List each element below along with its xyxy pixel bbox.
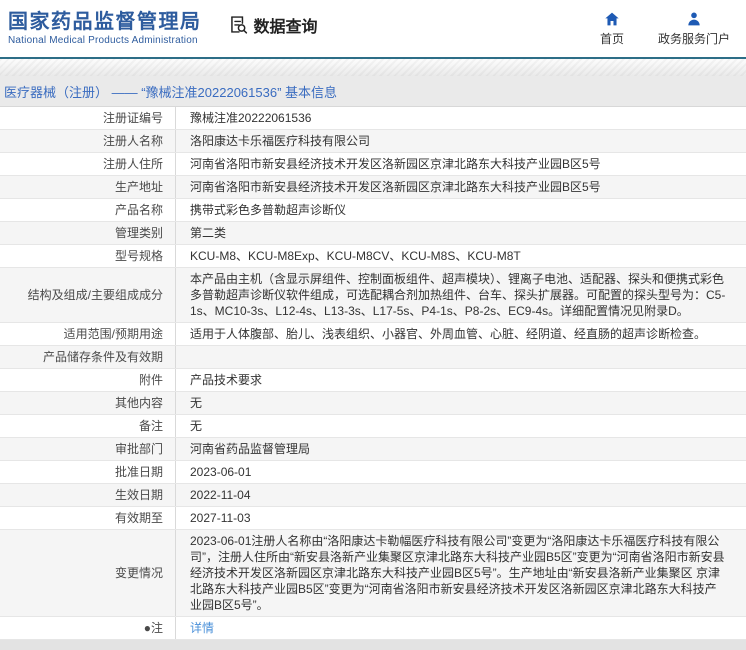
table-row: 产品储存条件及有效期 <box>0 346 746 369</box>
row-label: 审批部门 <box>0 438 176 460</box>
nav-home[interactable]: 首页 <box>600 11 624 47</box>
row-value: 第二类 <box>190 226 227 240</box>
table-row: 结构及组成/主要组成成分 本产品由主机（含显示屏组件、控制面板组件、超声模块）、… <box>0 268 746 323</box>
row-value: 产品技术要求 <box>190 373 263 387</box>
row-label: 变更情况 <box>0 530 176 616</box>
document-search-icon <box>228 14 249 35</box>
table-row: 批准日期 2023-06-01 <box>0 461 746 484</box>
row-label: 产品名称 <box>0 199 176 221</box>
row-label: 注册证编号 <box>0 107 176 129</box>
row-label: ●注 <box>0 617 176 639</box>
row-value: 豫械注准20222061536 <box>190 111 312 125</box>
data-query-label: 数据查询 <box>253 18 318 36</box>
table-row: 管理类别 第二类 <box>0 222 746 245</box>
table-row: 生产地址 河南省洛阳市新安县经济技术开发区洛新园区京津北路东大科技产业园B区5号 <box>0 176 746 199</box>
data-query-nav[interactable]: 数据查询 <box>228 13 318 37</box>
row-value: KCU-M8、KCU-M8Exp、KCU-M8CV、KCU-M8S、KCU-M8… <box>190 249 521 263</box>
breadcrumb-band: 医疗器械（注册） —— “豫械注准20222061536” 基本信息 <box>0 76 746 106</box>
table-row: 备注 无 <box>0 415 746 438</box>
nav-home-label: 首页 <box>599 31 624 46</box>
home-icon <box>604 11 620 27</box>
detail-link[interactable]: 详情 <box>190 620 214 636</box>
table-row: 产品名称 携带式彩色多普勒超声诊断仪 <box>0 199 746 222</box>
row-label: 管理类别 <box>0 222 176 244</box>
table-row: 有效期至 2027-11-03 <box>0 507 746 530</box>
row-value: 2023-06-01注册人名称由“洛阳康达卡勒幅医疗科技有限公司”变更为“洛阳康… <box>190 534 725 612</box>
logo-subtitle: National Medical Products Administration <box>8 35 198 46</box>
row-label: 生效日期 <box>0 484 176 506</box>
table-row: 型号规格 KCU-M8、KCU-M8Exp、KCU-M8CV、KCU-M8S、K… <box>0 245 746 268</box>
row-label: 产品储存条件及有效期 <box>0 346 176 368</box>
table-row: 审批部门 河南省药品监督管理局 <box>0 438 746 461</box>
nav-portal[interactable]: 政务服务门户 <box>658 11 730 47</box>
table-row: 变更情况 2023-06-01注册人名称由“洛阳康达卡勒幅医疗科技有限公司”变更… <box>0 530 746 617</box>
site-header: 国家药品监督管理局 National Medical Products Admi… <box>0 0 746 57</box>
row-label: 附件 <box>0 369 176 391</box>
main-content: 注册证编号 豫械注准20222061536 注册人名称 洛阳康达卡乐福医疗科技有… <box>0 106 746 650</box>
row-label: 生产地址 <box>0 176 176 198</box>
row-value: 携带式彩色多普勒超声诊断仪 <box>190 203 347 217</box>
row-value: 2022-11-04 <box>190 488 251 502</box>
row-label: 结构及组成/主要组成成分 <box>0 268 176 322</box>
header-nav: 首页 政务服务门户 <box>600 11 730 47</box>
table-row: 附件 产品技术要求 <box>0 369 746 392</box>
user-icon <box>686 11 702 27</box>
row-value: 无 <box>190 419 203 433</box>
nav-portal-label: 政务服务门户 <box>657 31 730 46</box>
table-row: 适用范围/预期用途 适用于人体腹部、胎儿、浅表组织、小器官、外周血管、心脏、经阴… <box>0 323 746 346</box>
row-value: 2027-11-03 <box>190 511 251 525</box>
row-value: 适用于人体腹部、胎儿、浅表组织、小器官、外周血管、心脏、经阴道、经直肠的超声诊断… <box>190 327 707 341</box>
row-label: 适用范围/预期用途 <box>0 323 176 345</box>
row-value: 2023-06-01 <box>190 465 252 479</box>
breadcrumb: 医疗器械（注册） —— “豫械注准20222061536” 基本信息 <box>4 84 338 100</box>
row-value: 详情 <box>176 617 746 639</box>
table-row: 注册人名称 洛阳康达卡乐福医疗科技有限公司 <box>0 130 746 153</box>
hatch-strip <box>0 59 746 76</box>
row-value: 河南省洛阳市新安县经济技术开发区洛新园区京津北路东大科技产业园B区5号 <box>190 157 601 171</box>
table-row: 生效日期 2022-11-04 <box>0 484 746 507</box>
row-label: 批准日期 <box>0 461 176 483</box>
page-bottom <box>0 640 746 650</box>
table-row: 注册证编号 豫械注准20222061536 <box>0 107 746 130</box>
row-value: 洛阳康达卡乐福医疗科技有限公司 <box>190 134 371 148</box>
row-label: 注册人住所 <box>0 153 176 175</box>
row-label: 备注 <box>0 415 176 437</box>
logo-title: 国家药品监督管理局 <box>8 11 202 33</box>
row-value: 河南省洛阳市新安县经济技术开发区洛新园区京津北路东大科技产业园B区5号 <box>190 180 601 194</box>
table-row: 其他内容 无 <box>0 392 746 415</box>
row-label: 其他内容 <box>0 392 176 414</box>
registration-info-table: 注册证编号 豫械注准20222061536 注册人名称 洛阳康达卡乐福医疗科技有… <box>0 106 746 640</box>
row-value: 无 <box>190 396 203 410</box>
table-row: ●注 详情 <box>0 617 746 640</box>
row-value: 本产品由主机（含显示屏组件、控制面板组件、超声模块）、锂离子电池、适配器、探头和… <box>190 272 726 318</box>
row-value: 河南省药品监督管理局 <box>190 442 311 456</box>
table-row: 注册人住所 河南省洛阳市新安县经济技术开发区洛新园区京津北路东大科技产业园B区5… <box>0 153 746 176</box>
row-label: 注册人名称 <box>0 130 176 152</box>
row-value <box>176 346 746 368</box>
row-label: 有效期至 <box>0 507 176 529</box>
row-label: 型号规格 <box>0 245 176 267</box>
nmpa-logo[interactable]: 国家药品监督管理局 National Medical Products Admi… <box>8 10 202 47</box>
